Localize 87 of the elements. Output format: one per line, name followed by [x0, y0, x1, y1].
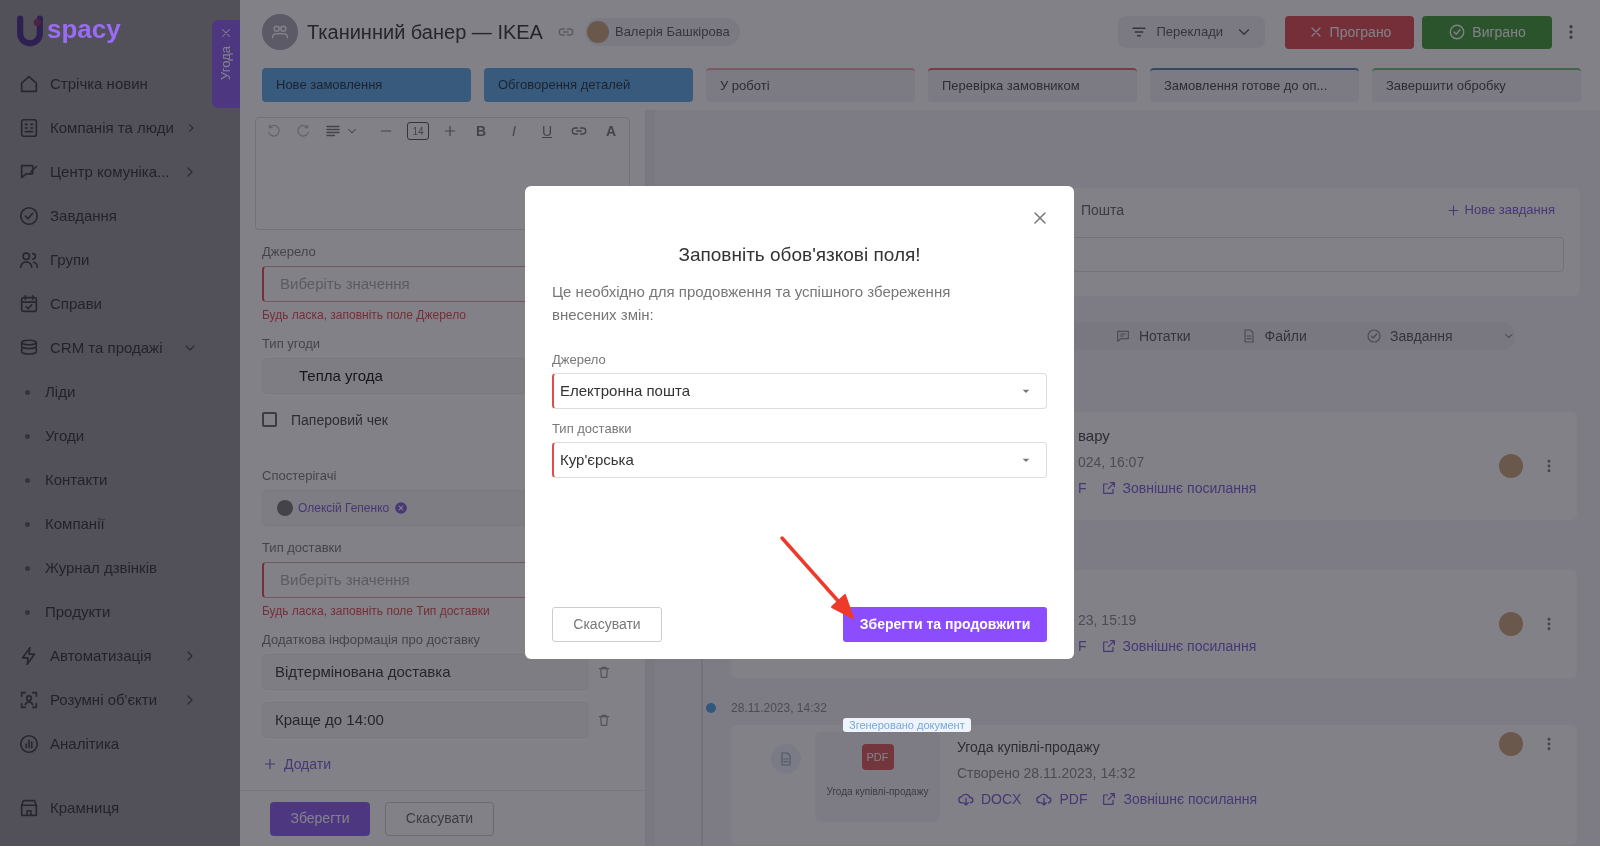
error-message: Будь ласка, заповніть поле Тип доставки	[262, 604, 490, 618]
document-link[interactable]: PDF	[1035, 788, 1088, 810]
trash-icon[interactable]	[596, 712, 612, 728]
avatar	[1499, 732, 1523, 756]
field-label: Тип угоди	[262, 336, 321, 352]
field-label: Джерело	[262, 244, 316, 260]
home-icon	[18, 73, 40, 95]
won-button[interactable]: Виграно	[1422, 15, 1552, 49]
field-label: Спостерігачі	[262, 468, 337, 484]
document-thumbnail[interactable]: PDF Угода купівлі-продажу	[815, 732, 940, 822]
avatar	[586, 21, 609, 43]
avatar	[277, 500, 293, 516]
save-continue-button[interactable]: Зберегти та продовжити	[843, 607, 1047, 642]
undo-icon[interactable]	[266, 123, 282, 139]
document-link[interactable]: Зовнішнє посилання	[1100, 477, 1257, 499]
feed-tab[interactable]: Файли	[1240, 325, 1366, 347]
thumbnail-caption: Угода купівлі-продажу	[826, 785, 929, 799]
external-link-icon	[1100, 638, 1117, 654]
field-label: Тип доставки	[552, 421, 633, 437]
chart-icon	[18, 733, 40, 755]
calendar-icon	[18, 293, 40, 315]
document-link[interactable]: Зовнішнє посилання	[1100, 635, 1257, 657]
document-tag: Згенеровано документ	[843, 718, 971, 732]
new-task-link[interactable]: Нове завдання	[1445, 200, 1555, 220]
scan-icon	[18, 689, 40, 711]
pipeline-stage[interactable]: Завершити обробку	[1372, 68, 1581, 102]
select-field[interactable]: Кур'єрська	[552, 442, 1047, 478]
pdf-badge: PDF	[861, 744, 894, 770]
logo-mark-icon	[15, 15, 45, 47]
checkbox[interactable]	[262, 412, 277, 427]
document-link[interactable]: F	[1078, 477, 1087, 499]
cancel-button[interactable]: Скасувати	[552, 607, 662, 642]
dialog-title: Заповніть обов'язкові поля!	[677, 244, 922, 266]
pipeline-stage[interactable]: У роботі	[706, 68, 915, 102]
document-link[interactable]: F	[1078, 635, 1087, 657]
select-field[interactable]: Електронна пошта	[552, 373, 1047, 409]
pipeline-stage[interactable]: Обговорення деталей	[484, 68, 693, 102]
document-link[interactable]: DOCX	[957, 788, 1022, 810]
plus-icon	[262, 756, 278, 772]
error-message: Будь ласка, заповніть поле Джерело	[262, 308, 466, 322]
feed-tab[interactable]: Нотатки	[1115, 325, 1241, 347]
close-icon	[219, 26, 233, 40]
save-button[interactable]: Зберегти	[270, 801, 370, 836]
feed-tab[interactable]: Завдання	[1366, 325, 1492, 347]
store-icon	[18, 797, 40, 819]
format-button[interactable]: B	[471, 120, 491, 142]
field-label: Тип доставки	[262, 540, 342, 556]
format-button[interactable]: A	[601, 120, 621, 142]
cancel-button[interactable]: Скасувати	[385, 801, 494, 836]
file-icon	[778, 751, 794, 767]
drawer-tab[interactable]: Угода	[212, 20, 240, 108]
pipeline-stage[interactable]: Перевірка замовником	[928, 68, 1137, 102]
add-link[interactable]: Додати	[262, 752, 331, 776]
plus-icon	[1445, 202, 1461, 218]
translations-dropdown[interactable]: Переклади	[1118, 16, 1265, 48]
avatar	[1499, 454, 1523, 478]
text-field[interactable]: Краще до 14:00	[262, 702, 588, 738]
pipeline-stage[interactable]: Нове замовлення	[262, 68, 471, 102]
entry-title: вару	[1078, 426, 1111, 446]
trash-icon[interactable]	[596, 664, 612, 680]
check-circle-icon	[18, 205, 40, 227]
format-button[interactable]: I	[504, 120, 524, 142]
lost-button[interactable]: Програно	[1285, 15, 1414, 49]
field-label: Додаткова інформація про доставку	[262, 632, 481, 648]
tab-label[interactable]: Пошта	[1081, 199, 1125, 221]
person-chip[interactable]: Олексій Гепенко	[277, 496, 415, 520]
external-link-icon	[1100, 480, 1117, 496]
font-size-field[interactable]: 14	[407, 122, 429, 140]
remove-icon	[394, 501, 409, 515]
plus-icon[interactable]	[442, 123, 458, 139]
building-icon	[18, 117, 40, 139]
owner-chip[interactable]: Валерія Башкірова	[584, 18, 740, 46]
check-circle-icon	[1366, 328, 1382, 344]
deal-title: Тканинний банер — IKEA	[307, 20, 543, 45]
entry-title: Угода купівлі-продажу	[957, 738, 1101, 757]
note-icon	[1115, 328, 1131, 344]
text-field[interactable]: Відтермінована доставка	[262, 654, 588, 690]
pipeline-stage[interactable]: Замовлення готове до оп...	[1150, 68, 1359, 102]
redo-icon[interactable]	[295, 123, 311, 139]
check-circle-icon	[1448, 23, 1467, 41]
format-button[interactable]: U	[537, 120, 557, 142]
users-icon	[18, 249, 40, 271]
avatar	[1499, 612, 1523, 636]
document-link[interactable]: Зовнішнє посилання	[1101, 788, 1258, 810]
checkbox-label: Паперовий чек	[291, 411, 388, 430]
external-link-icon	[1101, 791, 1118, 807]
logo: spacy	[47, 16, 121, 46]
